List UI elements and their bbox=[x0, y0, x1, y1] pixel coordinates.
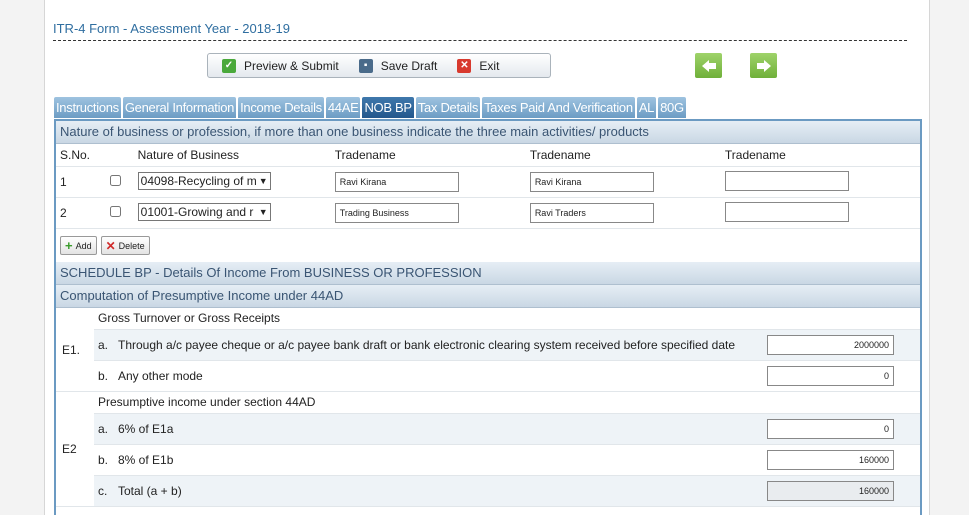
tradename-input-2[interactable]: Ravi Kirana bbox=[529, 172, 654, 192]
tab-al[interactable]: AL bbox=[636, 97, 657, 118]
x-icon: ✕ bbox=[457, 58, 472, 73]
x-icon: ✕ bbox=[105, 238, 116, 253]
e2c-row: c. Total (a + b) 160000 bbox=[94, 476, 920, 506]
form-page: ITR-4 Form - Assessment Year - 2018-19 ✓… bbox=[44, 0, 930, 515]
col-tradename-2: Tradename bbox=[529, 148, 591, 162]
e2b-row: b. 8% of E1b 160000 bbox=[94, 445, 920, 476]
previous-button[interactable] bbox=[695, 53, 722, 78]
e2a-row: a. 6% of E1a 0 bbox=[94, 414, 920, 445]
tab-nob-bp[interactable]: NOB BP bbox=[362, 97, 414, 118]
col-tradename-1: Tradename bbox=[334, 148, 396, 162]
floppy-icon: ▪ bbox=[358, 58, 373, 73]
tab-bar: Instructions General Information Income … bbox=[54, 97, 688, 119]
e1a-text: Through a/c payee cheque or a/c payee ba… bbox=[118, 338, 736, 352]
preview-submit-button[interactable]: ✓ Preview & Submit bbox=[212, 55, 349, 77]
col-nature: Nature of Business bbox=[137, 148, 240, 162]
tradename-input-3[interactable] bbox=[724, 201, 849, 222]
tradename-input-1[interactable]: Trading Business bbox=[334, 203, 459, 223]
save-draft-label: Save Draft bbox=[380, 58, 438, 73]
tab-instructions[interactable]: Instructions bbox=[54, 97, 121, 118]
e2a-input[interactable]: 0 bbox=[767, 419, 894, 439]
e2b-input[interactable]: 160000 bbox=[767, 450, 894, 470]
e1a-letter: a. bbox=[98, 338, 109, 352]
arrow-right-icon bbox=[756, 59, 771, 72]
row-actions: + Add ✕ Delete bbox=[56, 229, 920, 262]
dropdown-arrow-icon: ▼ bbox=[258, 175, 268, 186]
form-title: ITR-4 Form - Assessment Year - 2018-19 bbox=[53, 20, 907, 41]
tab-tax-details[interactable]: Tax Details bbox=[415, 97, 481, 118]
col-sno: S.No. bbox=[60, 148, 91, 162]
save-draft-button[interactable]: ▪ Save Draft bbox=[349, 55, 448, 77]
computation-header: Computation of Presumptive Income under … bbox=[56, 285, 920, 308]
tradename-input-3[interactable] bbox=[724, 170, 849, 191]
e2b-text: 8% of E1b bbox=[118, 453, 174, 467]
e1-title: Gross Turnover or Gross Receipts bbox=[94, 308, 920, 330]
preview-submit-label: Preview & Submit bbox=[244, 58, 339, 73]
e2-title: Presumptive income under section 44AD bbox=[94, 392, 920, 414]
tradename-input-2[interactable]: Ravi Traders bbox=[529, 203, 654, 223]
col-tradename-3: Tradename bbox=[724, 148, 786, 162]
e2c-text: Total (a + b) bbox=[118, 484, 182, 498]
e2c-total-field: 160000 bbox=[767, 481, 894, 501]
toolbar: ✓ Preview & Submit ▪ Save Draft ✕ Exit bbox=[207, 53, 551, 78]
row-sno: 2 bbox=[60, 206, 67, 220]
nob-table-header: S.No. Nature of Business Tradename Trade… bbox=[56, 144, 920, 167]
e2a-text: 6% of E1a bbox=[118, 422, 174, 436]
e1b-letter: b. bbox=[98, 369, 109, 383]
delete-label: Delete bbox=[118, 240, 145, 251]
row-select-checkbox[interactable] bbox=[109, 175, 121, 186]
row-sno: 1 bbox=[60, 175, 67, 189]
tab-income-details[interactable]: Income Details bbox=[238, 97, 324, 118]
tab-80g[interactable]: 80G bbox=[658, 97, 686, 118]
tab-44ae[interactable]: 44AE bbox=[325, 97, 361, 118]
e1-group: E1. Gross Turnover or Gross Receipts a. … bbox=[56, 308, 920, 392]
e2-label: E2 bbox=[62, 442, 77, 456]
e1-label: E1. bbox=[62, 342, 81, 357]
arrow-left-icon bbox=[701, 59, 716, 72]
add-row-button[interactable]: + Add bbox=[60, 236, 97, 255]
e1a-input[interactable]: 2000000 bbox=[767, 335, 894, 355]
e1b-input[interactable]: 0 bbox=[767, 366, 894, 386]
table-row: 2 01001-Growing and r ▼ Trading Business … bbox=[56, 198, 920, 229]
nature-of-business-select[interactable]: 04098-Recycling of m ▼ bbox=[137, 171, 271, 190]
delete-row-button[interactable]: ✕ Delete bbox=[100, 236, 150, 255]
schedule-bp-header: SCHEDULE BP - Details Of Income From BUS… bbox=[56, 262, 920, 285]
e1b-row: b. Any other mode 0 bbox=[94, 361, 920, 391]
e2-group: E2 Presumptive income under section 44AD… bbox=[56, 392, 920, 507]
dropdown-arrow-icon: ▼ bbox=[258, 206, 268, 217]
exit-button[interactable]: ✕ Exit bbox=[447, 55, 509, 77]
tab-taxes-paid-verification[interactable]: Taxes Paid And Verification bbox=[482, 97, 635, 118]
tab-content: Nature of business or profession, if mor… bbox=[54, 119, 922, 515]
tab-general-information[interactable]: General Information bbox=[122, 97, 237, 118]
add-label: Add bbox=[75, 240, 92, 251]
nob-section-header: Nature of business or profession, if mor… bbox=[56, 121, 920, 144]
e1b-text: Any other mode bbox=[118, 369, 203, 383]
exit-label: Exit bbox=[479, 58, 500, 73]
e2b-letter: b. bbox=[98, 453, 109, 467]
table-row: 1 04098-Recycling of m ▼ Ravi Kirana Ravi… bbox=[56, 167, 920, 198]
tradename-input-1[interactable]: Ravi Kirana bbox=[334, 172, 459, 192]
nature-of-business-select[interactable]: 01001-Growing and r ▼ bbox=[137, 202, 271, 221]
plus-icon: + bbox=[65, 238, 73, 253]
e1a-row: a. Through a/c payee cheque or a/c payee… bbox=[94, 330, 920, 361]
next-button[interactable] bbox=[750, 53, 777, 78]
check-icon: ✓ bbox=[222, 58, 236, 73]
e2c-letter: c. bbox=[98, 484, 108, 498]
row-select-checkbox[interactable] bbox=[109, 206, 121, 217]
e2a-letter: a. bbox=[98, 422, 109, 436]
